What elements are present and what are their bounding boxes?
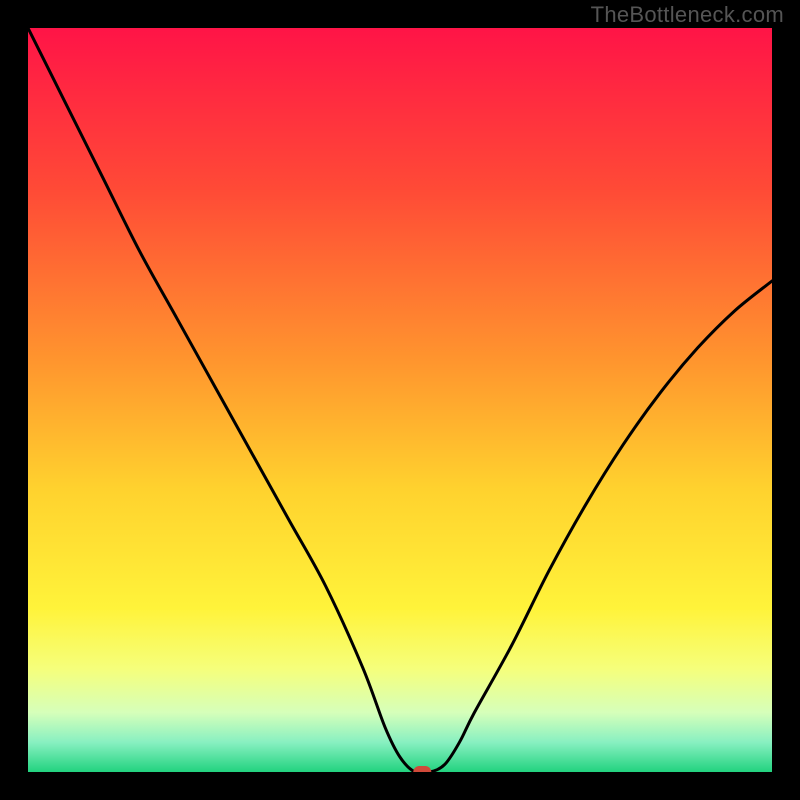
watermark-text: TheBottleneck.com xyxy=(591,2,784,28)
chart-plot-area xyxy=(28,28,772,772)
chart-frame: TheBottleneck.com xyxy=(0,0,800,800)
chart-svg xyxy=(28,28,772,772)
gradient-background xyxy=(28,28,772,772)
